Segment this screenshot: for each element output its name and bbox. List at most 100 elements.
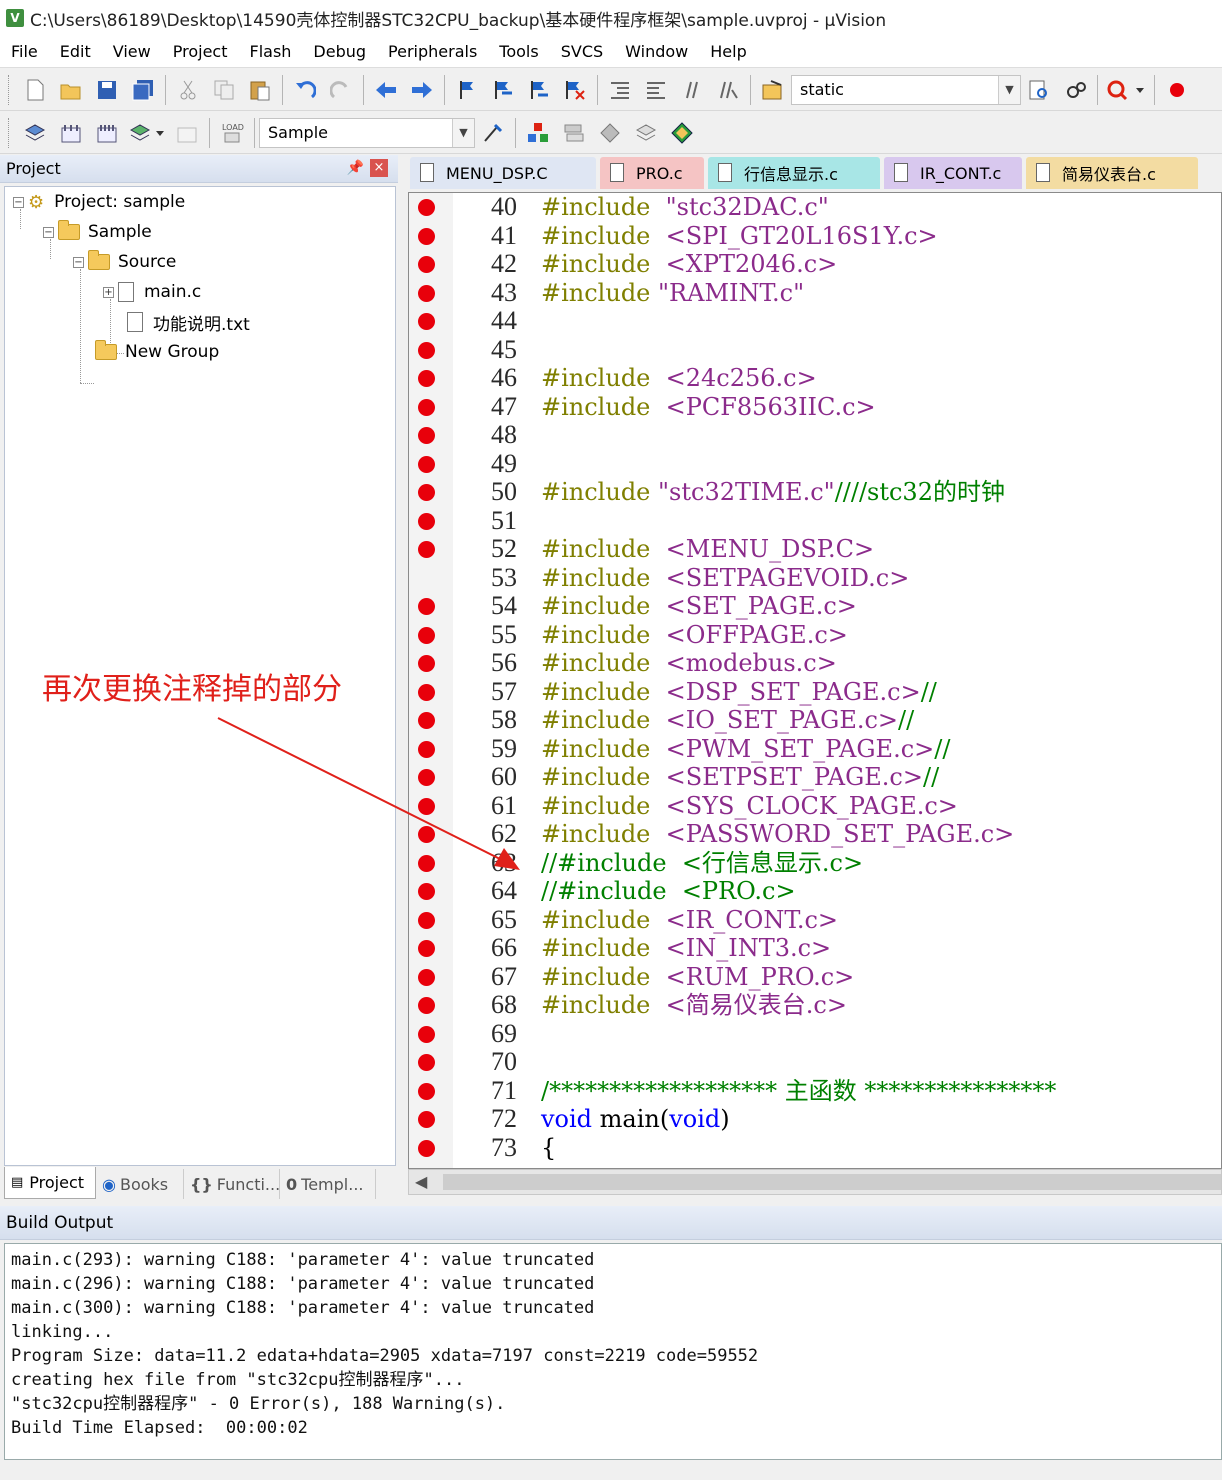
code-line[interactable]: 41 #include <SPI_GT20L16S1Y.c> xyxy=(409,221,1221,251)
tab-project[interactable]: ▤ Project xyxy=(4,1167,96,1199)
tree-item-source-group[interactable]: − Source xyxy=(73,249,176,275)
navigate-back-icon[interactable] xyxy=(370,74,402,106)
code-line[interactable]: 67 #include <RUM_PRO.c> xyxy=(409,962,1221,992)
menu-svcs[interactable]: SVCS xyxy=(550,36,614,68)
breakpoint-icon[interactable] xyxy=(418,740,435,758)
tab-pro-c[interactable]: PRO.c xyxy=(600,157,704,189)
chevron-down-icon[interactable]: ▼ xyxy=(452,118,474,147)
manage-rte-icon[interactable] xyxy=(594,117,626,149)
tree-item-project[interactable]: − ⚙ Project: sample xyxy=(13,189,185,215)
uncomment-icon[interactable] xyxy=(712,74,744,106)
menu-help[interactable]: Help xyxy=(699,36,757,68)
code-line[interactable]: 68 #include <简易仪表台.c> xyxy=(409,990,1221,1020)
breakpoint-icon[interactable] xyxy=(418,598,435,615)
breakpoint-icon[interactable] xyxy=(418,1025,435,1043)
code-line[interactable]: 55 #include <OFFPAGE.c> xyxy=(409,620,1221,650)
new-file-icon[interactable] xyxy=(19,74,51,106)
code-line[interactable]: 42 #include <XPT2046.c> xyxy=(409,249,1221,279)
code-line[interactable]: 53 #include <SETPAGEVOID.c> xyxy=(409,563,1221,593)
tab-books[interactable]: ◉ Books xyxy=(96,1169,184,1199)
breakpoint-icon[interactable] xyxy=(418,484,435,501)
bookmark-next-icon[interactable] xyxy=(523,74,555,106)
manage-project-items-icon[interactable] xyxy=(522,117,554,149)
code-line[interactable]: 69 xyxy=(409,1019,1221,1049)
save-icon[interactable] xyxy=(91,74,123,106)
code-area[interactable]: 40 #include "stc32DAC.c" 41 #include <SPI_G… xyxy=(408,192,1222,1169)
code-line[interactable]: 49 xyxy=(409,449,1221,479)
code-line[interactable]: 48 xyxy=(409,420,1221,450)
menu-peripherals[interactable]: Peripherals xyxy=(377,36,488,68)
breakpoint-icon[interactable] xyxy=(418,256,435,273)
code-line[interactable]: 44 xyxy=(409,306,1221,336)
bookmark-prev-icon[interactable] xyxy=(487,74,519,106)
breakpoint-icon[interactable] xyxy=(418,797,435,815)
breakpoint-icon[interactable] xyxy=(418,626,435,644)
breakpoint-icon[interactable] xyxy=(418,997,435,1014)
menu-window[interactable]: Window xyxy=(614,36,699,68)
breakpoint-icon[interactable] xyxy=(418,1111,435,1128)
unindent-icon[interactable] xyxy=(640,74,672,106)
scroll-left-icon[interactable]: ◀ xyxy=(415,1172,427,1191)
breakpoint-icon[interactable] xyxy=(418,370,435,387)
breakpoint-icon[interactable] xyxy=(418,854,435,872)
menu-project[interactable]: Project xyxy=(162,36,239,68)
tab-menu-dsp-c[interactable]: MENU_DSP.C xyxy=(410,157,596,189)
expand-icon[interactable]: + xyxy=(103,286,114,298)
code-line[interactable]: 63 //#include <行信息显示.c> xyxy=(409,848,1221,878)
breakpoint-icon[interactable] xyxy=(418,826,435,843)
breakpoint-icon[interactable] xyxy=(418,227,435,245)
paste-icon[interactable] xyxy=(244,74,276,106)
bookmark-toggle-icon[interactable] xyxy=(451,74,483,106)
code-line[interactable]: 70 xyxy=(409,1047,1221,1077)
cut-icon[interactable] xyxy=(172,74,204,106)
menu-tools[interactable]: Tools xyxy=(488,36,549,68)
code-line[interactable]: 59 #include <PWM_SET_PAGE.c>// xyxy=(409,734,1221,764)
toolbar-grip[interactable] xyxy=(8,117,11,148)
target-options-icon[interactable] xyxy=(477,117,509,149)
breakpoint-icon[interactable] xyxy=(418,883,435,900)
breakpoint-icon[interactable] xyxy=(418,284,435,302)
tab-row-info-c[interactable]: 行信息显示.c xyxy=(708,157,880,189)
build-icon[interactable] xyxy=(55,117,87,149)
breakpoint-icon[interactable] xyxy=(418,769,435,786)
copy-icon[interactable] xyxy=(208,74,240,106)
code-line[interactable]: 54 #include <SET_PAGE.c> xyxy=(409,591,1221,621)
code-line[interactable]: 43 #include "RAMINT.c" xyxy=(409,278,1221,308)
target-select[interactable]: Sample ▼ xyxy=(259,117,475,148)
menu-view[interactable]: View xyxy=(102,36,162,68)
collapse-icon[interactable]: − xyxy=(13,196,24,208)
build-output-text[interactable]: main.c(293): warning C188: 'parameter 4'… xyxy=(4,1243,1222,1460)
navigate-forward-icon[interactable] xyxy=(406,74,438,106)
tree-item-readme-txt[interactable]: 功能说明.txt xyxy=(127,309,250,335)
code-line[interactable]: 65 #include <IR_CONT.c> xyxy=(409,905,1221,935)
collapse-icon[interactable]: − xyxy=(73,256,84,268)
tree-item-target[interactable]: − Sample xyxy=(43,219,152,245)
software-packs-icon[interactable] xyxy=(666,117,698,149)
menu-file[interactable]: File xyxy=(0,36,49,68)
code-line[interactable]: 62 #include <PASSWORD_SET_PAGE.c> xyxy=(409,819,1221,849)
find-icon[interactable] xyxy=(1023,74,1055,106)
debug-session-icon[interactable] xyxy=(1104,74,1148,106)
breakpoint-icon[interactable] xyxy=(418,455,435,473)
tree-item-new-group[interactable]: New Group xyxy=(95,339,219,365)
save-all-icon[interactable] xyxy=(127,74,159,106)
bookmark-clear-icon[interactable] xyxy=(559,74,591,106)
code-line[interactable]: 47 #include <PCF8563IIC.c> xyxy=(409,392,1221,422)
code-line[interactable]: 45 xyxy=(409,335,1221,365)
rebuild-icon[interactable] xyxy=(91,117,123,149)
code-line[interactable]: 46 #include <24c256.c> xyxy=(409,363,1221,393)
indent-icon[interactable] xyxy=(604,74,636,106)
code-line[interactable]: 60 #include <SETPSET_PAGE.c>// xyxy=(409,762,1221,792)
scrollbar-thumb[interactable] xyxy=(443,1174,1221,1190)
breakpoint-icon[interactable] xyxy=(418,968,435,986)
breakpoint-icon[interactable] xyxy=(418,313,435,330)
breakpoint-icon[interactable] xyxy=(418,683,435,701)
pin-icon[interactable]: 📌 xyxy=(347,160,364,176)
tab-functions[interactable]: {} Functi... xyxy=(184,1169,280,1199)
menu-edit[interactable]: Edit xyxy=(49,36,102,68)
breakpoint-icon[interactable] xyxy=(418,541,435,558)
breakpoint-icon[interactable] xyxy=(418,1082,435,1100)
code-line[interactable]: 66 #include <IN_INT3.c> xyxy=(409,933,1221,963)
breakpoint-icon[interactable] xyxy=(418,1139,435,1157)
tab-simple-panel-c[interactable]: 简易仪表台.c xyxy=(1026,157,1198,189)
